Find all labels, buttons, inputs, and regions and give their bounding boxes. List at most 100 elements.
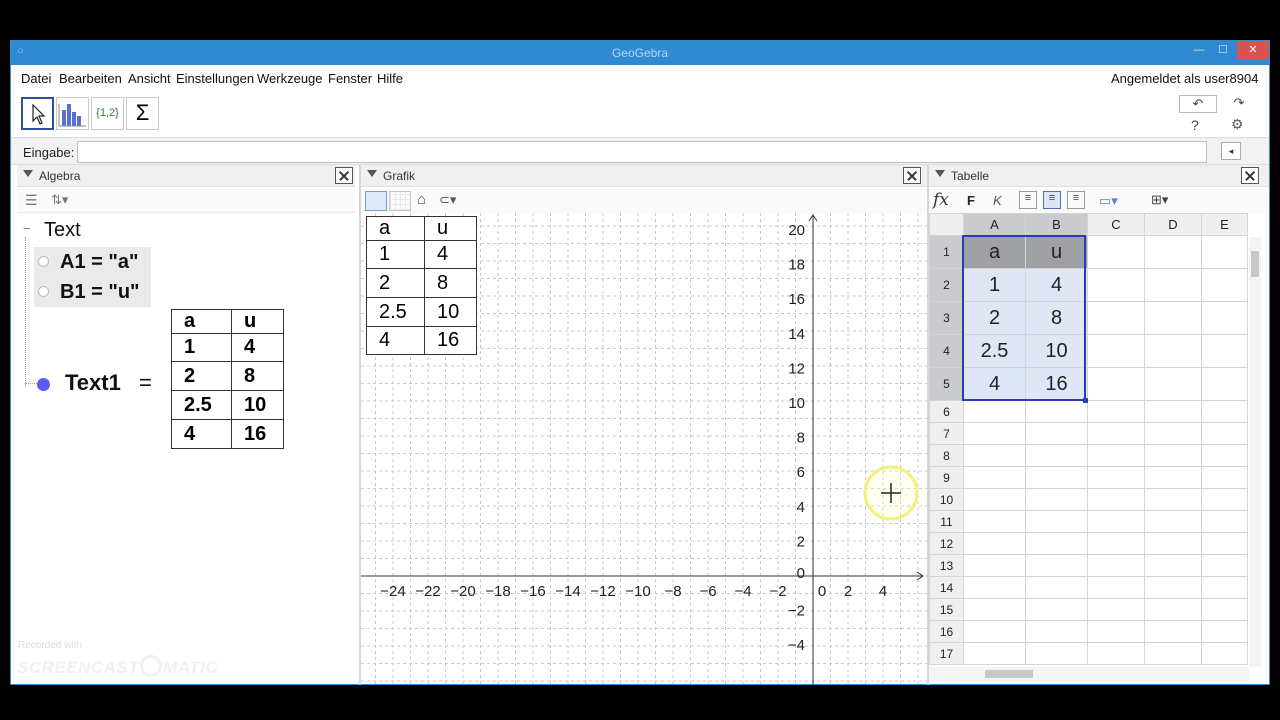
align-center-icon[interactable]: ≡: [1043, 191, 1061, 209]
row-header[interactable]: 1: [929, 235, 964, 269]
menu-fenster[interactable]: Fenster: [328, 71, 372, 86]
spreadsheet-cell[interactable]: [1025, 598, 1088, 621]
spreadsheet-cell[interactable]: [1087, 235, 1145, 269]
row-header[interactable]: 15: [929, 598, 964, 621]
spreadsheet-cell[interactable]: [963, 532, 1026, 555]
spreadsheet-cell[interactable]: [1025, 488, 1088, 511]
align-right-icon[interactable]: ≡: [1067, 191, 1085, 209]
spreadsheet-cell[interactable]: 10: [1025, 334, 1088, 368]
spreadsheet-cell[interactable]: [1144, 235, 1202, 269]
spreadsheet-cell[interactable]: [1201, 620, 1248, 643]
spreadsheet-cell[interactable]: [1201, 532, 1248, 555]
spreadsheet-cell[interactable]: [1201, 235, 1248, 269]
row-header[interactable]: 9: [929, 466, 964, 489]
show-grid-icon[interactable]: [389, 191, 411, 211]
spreadsheet-cell[interactable]: [1201, 334, 1248, 368]
spreadsheet-cell[interactable]: [963, 554, 1026, 577]
spreadsheet-cell[interactable]: a: [963, 235, 1026, 269]
italic-button[interactable]: K: [993, 193, 1002, 208]
menu-bearbeiten[interactable]: Bearbeiten: [59, 71, 122, 86]
spreadsheet-cell[interactable]: [1087, 510, 1145, 533]
menu-datei[interactable]: Datei: [21, 71, 51, 86]
collapse-minus-icon[interactable]: −: [23, 221, 31, 236]
help-icon[interactable]: ?: [1191, 117, 1199, 133]
spreadsheet-cell[interactable]: [1144, 620, 1202, 643]
sum-button[interactable]: Σ: [126, 97, 159, 130]
spreadsheet-cell[interactable]: [1144, 642, 1202, 665]
row-header[interactable]: 13: [929, 554, 964, 577]
row-header[interactable]: 8: [929, 444, 964, 467]
vertical-scrollbar[interactable]: [1249, 237, 1261, 667]
spreadsheet-cell[interactable]: [1087, 620, 1145, 643]
spreadsheet-cell[interactable]: [1144, 554, 1202, 577]
close-spreadsheet-button[interactable]: [1241, 167, 1259, 184]
spreadsheet-cell[interactable]: [1144, 422, 1202, 445]
keyboard-toggle-icon[interactable]: ◂: [1221, 142, 1241, 160]
spreadsheet-cell[interactable]: [1025, 444, 1088, 467]
spreadsheet-cell[interactable]: [1144, 301, 1202, 335]
row-header[interactable]: 17: [929, 642, 964, 665]
spreadsheet-cell[interactable]: [1144, 334, 1202, 368]
row-header[interactable]: 5: [929, 367, 964, 401]
spreadsheet-cell[interactable]: [1144, 466, 1202, 489]
spreadsheet-cell[interactable]: [1025, 532, 1088, 555]
spreadsheet-cell[interactable]: [1144, 367, 1202, 401]
spreadsheet-cell[interactable]: [1025, 642, 1088, 665]
row-header[interactable]: 6: [929, 400, 964, 423]
row-header[interactable]: 7: [929, 422, 964, 445]
column-header-a[interactable]: A: [963, 213, 1026, 236]
graphics-text1-table[interactable]: a u 1 4 2 8 2.5 10 4 16: [366, 216, 477, 355]
spreadsheet-cell[interactable]: [963, 510, 1026, 533]
spreadsheet-cell[interactable]: [1087, 488, 1145, 511]
horizontal-scrollbar[interactable]: [929, 667, 1249, 681]
undo-button[interactable]: ↶: [1179, 95, 1217, 113]
collapse-triangle-icon[interactable]: [23, 170, 33, 177]
home-icon[interactable]: ⌂: [417, 191, 426, 208]
spreadsheet-cell[interactable]: [963, 620, 1026, 643]
maximize-button[interactable]: ☐: [1215, 41, 1231, 59]
spreadsheet-cell[interactable]: [1025, 554, 1088, 577]
spreadsheet-cell[interactable]: 2.5: [963, 334, 1026, 368]
algebra-item-b1[interactable]: B1 = "u": [34, 277, 151, 307]
spreadsheet-cell[interactable]: [1201, 642, 1248, 665]
fill-handle[interactable]: [1083, 398, 1088, 403]
spreadsheet-cell[interactable]: [1144, 268, 1202, 302]
spreadsheet-cell[interactable]: [1201, 301, 1248, 335]
spreadsheet-cell[interactable]: [1025, 576, 1088, 599]
spreadsheet-cell[interactable]: [1201, 400, 1248, 423]
spreadsheet-cell[interactable]: [1025, 620, 1088, 643]
spreadsheet-cell[interactable]: [1201, 367, 1248, 401]
spreadsheet-cell[interactable]: [1201, 466, 1248, 489]
login-status[interactable]: Angemeldet als user8904: [1111, 71, 1258, 86]
spreadsheet-cell[interactable]: 4: [963, 367, 1026, 401]
spreadsheet-cell[interactable]: [963, 400, 1026, 423]
spreadsheet-cell[interactable]: 2: [963, 301, 1026, 335]
spreadsheet-cell[interactable]: [1087, 466, 1145, 489]
spreadsheet-cell[interactable]: [1087, 367, 1145, 401]
spreadsheet-cell[interactable]: [963, 642, 1026, 665]
collapse-triangle-icon[interactable]: [935, 170, 945, 177]
spreadsheet-cell[interactable]: [1025, 422, 1088, 445]
settings-gear-icon[interactable]: ⚙: [1231, 116, 1244, 133]
spreadsheet-cell[interactable]: [1025, 510, 1088, 533]
row-header[interactable]: 12: [929, 532, 964, 555]
close-window-button[interactable]: ✕: [1237, 41, 1269, 59]
spreadsheet-cell[interactable]: [1087, 334, 1145, 368]
visibility-toggle-icon[interactable]: [38, 286, 49, 297]
fx-icon[interactable]: fx: [933, 190, 949, 210]
spreadsheet-cell[interactable]: [1087, 576, 1145, 599]
spreadsheet-cell[interactable]: [963, 598, 1026, 621]
row-header[interactable]: 16: [929, 620, 964, 643]
spreadsheet-cell[interactable]: [1144, 576, 1202, 599]
spreadsheet-cell[interactable]: [1144, 598, 1202, 621]
spreadsheet-cell[interactable]: [1087, 301, 1145, 335]
spreadsheet-cell[interactable]: [963, 466, 1026, 489]
menu-ansicht[interactable]: Ansicht: [128, 71, 171, 86]
spreadsheet-cell[interactable]: [1087, 532, 1145, 555]
spreadsheet-cell[interactable]: 16: [1025, 367, 1088, 401]
sort-icon[interactable]: ⇅▾: [51, 192, 68, 208]
spreadsheet-cell[interactable]: 4: [1025, 268, 1088, 302]
spreadsheet-cell[interactable]: [1201, 598, 1248, 621]
spreadsheet-cell[interactable]: [1144, 510, 1202, 533]
algebra-item-a1[interactable]: A1 = "a": [34, 247, 151, 277]
